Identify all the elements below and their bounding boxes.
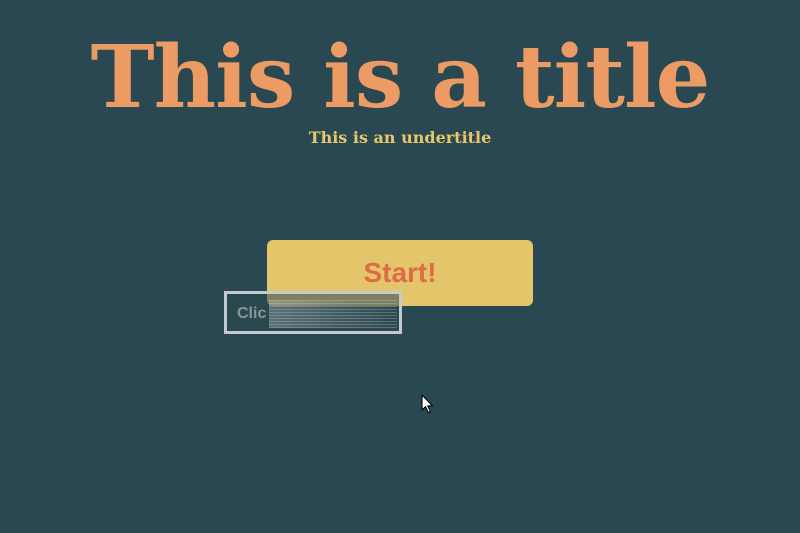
app-canvas: This is a title This is an undertitle St… [0, 0, 800, 533]
click-hint-text: Clic [237, 305, 267, 322]
hint-rendering-artifact [269, 300, 397, 328]
mouse-pointer-icon [421, 394, 433, 414]
page-subtitle: This is an undertitle [308, 128, 492, 147]
page-title: This is a title [90, 27, 711, 128]
click-hint-box: Clic [224, 291, 402, 334]
